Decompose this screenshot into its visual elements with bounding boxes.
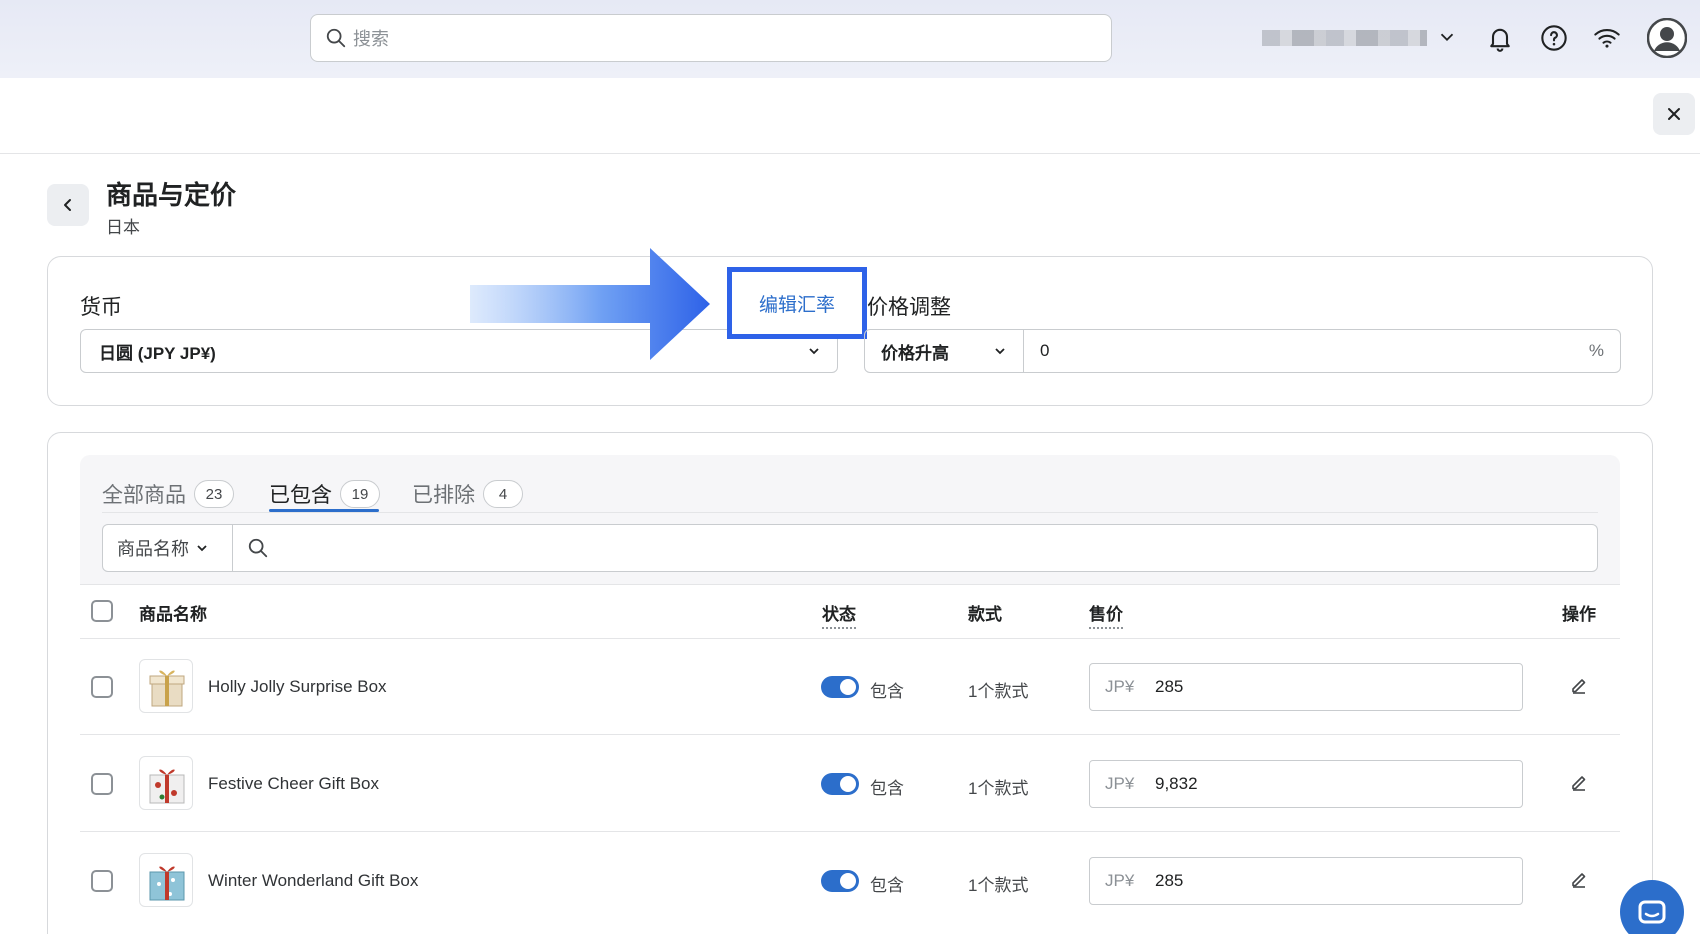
currency-prefix: JP¥	[1105, 871, 1135, 890]
active-tab-indicator	[269, 509, 379, 512]
table-divider	[80, 584, 1620, 585]
chevron-down-icon	[197, 545, 207, 552]
include-toggle[interactable]	[821, 676, 859, 698]
column-header-price[interactable]: 售价	[1089, 600, 1123, 629]
price-adjust-mode: 价格升高	[881, 343, 949, 363]
price-value: 9,832	[1155, 774, 1198, 793]
table-divider	[80, 638, 1620, 639]
tab-label: 已包含	[269, 484, 332, 507]
edit-icon[interactable]	[1569, 869, 1589, 889]
price-value: 285	[1155, 677, 1184, 696]
price-input[interactable]: JP¥ 285	[1089, 663, 1523, 711]
account-name-blurred[interactable]	[1262, 30, 1427, 46]
currency-select[interactable]: 日圆 (JPY JP¥)	[80, 329, 838, 373]
tab-count-badge: 23	[194, 480, 234, 508]
column-header-actions: 操作	[1562, 605, 1596, 624]
gift-box-image-icon	[149, 866, 185, 901]
search-placeholder: 搜索	[353, 29, 389, 49]
include-toggle[interactable]	[821, 870, 859, 892]
currency-prefix: JP¥	[1105, 677, 1135, 696]
status-label: 包含	[870, 779, 904, 798]
bell-icon[interactable]	[1486, 24, 1514, 52]
gift-box-image-icon	[149, 670, 185, 707]
currency-prefix: JP¥	[1105, 774, 1135, 793]
status-label: 包含	[870, 876, 904, 895]
row-checkbox[interactable]	[91, 773, 113, 795]
chevron-down-icon	[995, 348, 1005, 355]
modal-header	[0, 78, 1700, 154]
close-button[interactable]	[1653, 93, 1695, 135]
product-thumbnail	[139, 659, 193, 713]
close-icon	[1668, 108, 1680, 120]
column-header-variants: 款式	[968, 605, 1002, 624]
search-icon	[326, 28, 346, 48]
back-button[interactable]	[47, 184, 89, 226]
tab-label: 全部商品	[102, 484, 186, 507]
variant-count: 1个款式	[968, 876, 1029, 895]
row-checkbox[interactable]	[91, 870, 113, 892]
chevron-down-icon	[809, 348, 819, 355]
tab-excluded[interactable]: 已排除 4	[412, 474, 523, 514]
chevron-left-icon	[64, 199, 71, 211]
product-name[interactable]: Festive Cheer Gift Box	[208, 774, 379, 794]
gift-box-image-icon	[149, 769, 185, 804]
edit-icon[interactable]	[1569, 675, 1589, 695]
filter-field-label: 商品名称	[117, 539, 189, 559]
filter-field-select[interactable]: 商品名称	[103, 525, 233, 571]
search-bar[interactable]: 搜索	[310, 14, 1112, 62]
price-input[interactable]: JP¥ 285	[1089, 857, 1523, 905]
price-value: 285	[1155, 871, 1184, 890]
search-icon	[248, 538, 268, 558]
column-header-name: 商品名称	[139, 605, 207, 624]
product-name[interactable]: Winter Wonderland Gift Box	[208, 871, 418, 891]
avatar-icon[interactable]	[1647, 18, 1687, 58]
tab-included[interactable]: 已包含 19	[269, 474, 380, 514]
tab-count-badge: 19	[340, 480, 380, 508]
edit-icon[interactable]	[1569, 772, 1589, 792]
status-label: 包含	[870, 682, 904, 701]
page-title: 商品与定价	[106, 180, 237, 210]
tab-label: 已排除	[412, 484, 475, 507]
tab-count-badge: 4	[483, 480, 523, 508]
column-header-status[interactable]: 状态	[822, 600, 856, 629]
currency-label: 货币	[80, 296, 122, 319]
price-adjust-mode-select[interactable]: 价格升高	[865, 330, 1024, 372]
price-input[interactable]: JP¥ 9,832	[1089, 760, 1523, 808]
include-toggle[interactable]	[821, 773, 859, 795]
product-thumbnail	[139, 853, 193, 907]
price-adjust-input[interactable]: 0 %	[1024, 330, 1620, 372]
chevron-down-icon[interactable]	[1436, 26, 1458, 48]
product-search-input[interactable]	[233, 525, 1597, 571]
table-divider	[80, 734, 1620, 735]
product-filter-bar: 商品名称	[102, 524, 1598, 572]
tab-all-products[interactable]: 全部商品 23	[102, 474, 234, 514]
table-divider	[80, 831, 1620, 832]
row-checkbox[interactable]	[91, 676, 113, 698]
product-name[interactable]: Holly Jolly Surprise Box	[208, 677, 387, 697]
product-thumbnail	[139, 756, 193, 810]
chat-widget-button[interactable]	[1620, 880, 1684, 934]
price-adjust-value: 0	[1040, 341, 1050, 360]
select-all-checkbox[interactable]	[91, 600, 113, 622]
variant-count: 1个款式	[968, 779, 1029, 798]
tabs-divider	[102, 512, 1598, 513]
arrow-annotation-icon	[470, 248, 710, 360]
chat-icon	[1638, 900, 1666, 924]
page-subtitle: 日本	[106, 218, 140, 237]
variant-count: 1个款式	[968, 682, 1029, 701]
price-adjust-label: 价格调整	[867, 296, 951, 319]
wifi-icon[interactable]	[1593, 24, 1621, 52]
help-icon[interactable]	[1540, 24, 1568, 52]
price-adjust-group: 价格升高 0 %	[864, 329, 1621, 373]
percent-suffix: %	[1588, 341, 1604, 360]
edit-exchange-rate-link[interactable]: 编辑汇率	[727, 267, 867, 339]
